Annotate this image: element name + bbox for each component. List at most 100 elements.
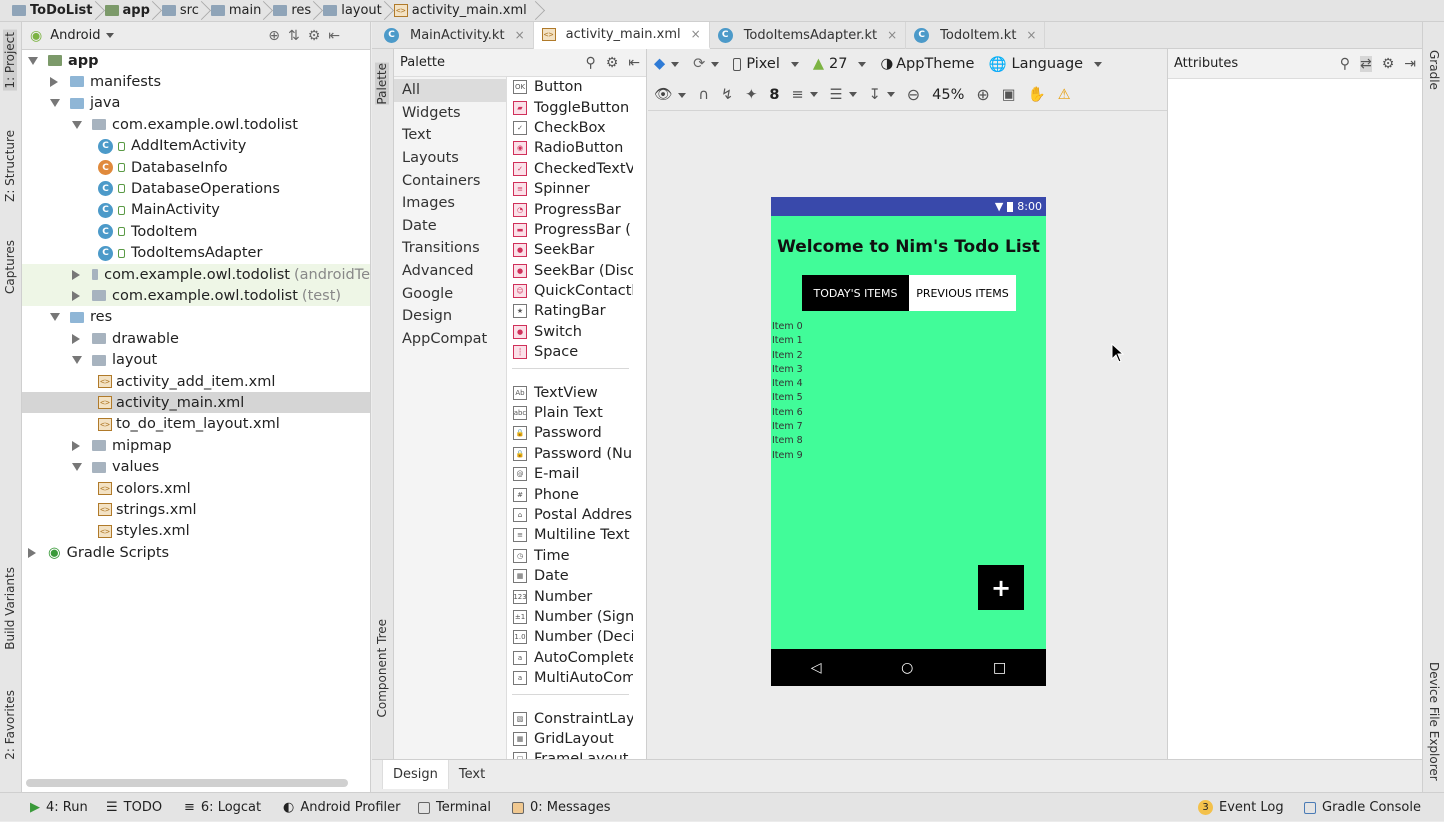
collapse-icon[interactable]: ⇅ <box>288 28 300 44</box>
tab-design[interactable]: Design <box>382 760 449 789</box>
breadcrumb-layout[interactable]: layout <box>317 0 388 22</box>
hide-panel-icon[interactable]: ⇤ <box>328 28 340 44</box>
hide-panel-icon[interactable]: ⇤ <box>628 55 640 71</box>
tree-item[interactable]: C TodoItem <box>22 221 370 242</box>
palette-item[interactable]: ┆ Space <box>508 342 633 362</box>
magic-wand-icon[interactable]: ✦ <box>745 87 757 103</box>
palette-item[interactable]: ✓ CheckedTextV <box>508 159 633 179</box>
palette-item[interactable]: 1.0 Number (Deci <box>508 627 633 647</box>
palette-item[interactable]: ±1 Number (Signe <box>508 607 633 627</box>
tree-item[interactable]: res <box>22 307 370 328</box>
list-item[interactable]: Item 1 <box>772 334 803 348</box>
gradle-tool-tab[interactable]: Gradle <box>1427 50 1441 90</box>
tree-item[interactable]: com.example.owl.todolist <box>22 114 370 135</box>
palette-item[interactable]: a MultiAutoCom <box>508 668 633 688</box>
tree-item[interactable]: <> activity_add_item.xml <box>22 371 370 392</box>
palette-category[interactable]: AppCompat <box>394 328 506 351</box>
collapse-arrow-icon[interactable] <box>72 440 80 451</box>
expand-arrow-icon[interactable] <box>28 56 38 65</box>
palette-item[interactable]: ✓ CheckBox <box>508 118 633 138</box>
palette-category[interactable]: Design <box>394 305 506 328</box>
tree-item[interactable]: C MainActivity <box>22 200 370 221</box>
project-view-selector[interactable]: Android <box>50 28 240 43</box>
palette-category[interactable]: All <box>394 79 506 102</box>
settings-icon[interactable]: ⚙ <box>308 28 321 44</box>
editor-tab[interactable]: C TodoItem.kt × <box>906 21 1046 49</box>
device-selector[interactable]: Pixel <box>733 56 799 72</box>
palette-side-tab[interactable]: Palette <box>375 63 389 105</box>
breadcrumb-res[interactable]: res <box>267 0 317 22</box>
palette-category[interactable]: Advanced <box>394 260 506 283</box>
palette-item[interactable]: 123 Number <box>508 586 633 606</box>
messages-tool-button[interactable]: 0: Messages <box>512 793 611 822</box>
magnet-icon[interactable]: ∩ <box>698 87 709 103</box>
expand-arrow-icon[interactable] <box>50 313 60 322</box>
palette-item[interactable]: # Phone <box>508 484 633 504</box>
items-list[interactable]: Item 0 Item 1 Item 2 Item 3 Item 4 Item 5 Item… <box>772 320 803 463</box>
warning-icon[interactable]: ⚠ <box>1058 87 1071 103</box>
tree-item[interactable]: manifests <box>22 71 370 92</box>
tree-item[interactable]: C AddItemActivity <box>22 136 370 157</box>
palette-item[interactable]: ≡ Multiline Text <box>508 525 633 545</box>
previous-items-button[interactable]: PREVIOUS ITEMS <box>909 275 1016 311</box>
tree-item[interactable]: C TodoItemsAdapter <box>22 243 370 264</box>
eye-icon[interactable]: 👁 <box>654 86 686 103</box>
palette-item[interactable]: abc Plain Text <box>508 403 633 423</box>
component-tree-tab[interactable]: Component Tree <box>375 619 389 717</box>
tree-item[interactable]: <> to_do_item_layout.xml <box>22 414 370 435</box>
device-file-explorer-tab[interactable]: Device File Explorer <box>1427 662 1441 781</box>
palette-item[interactable]: 🔒 Password <box>508 423 633 443</box>
search-icon[interactable]: ⚲ <box>1340 56 1350 72</box>
palette-item[interactable]: ● Switch <box>508 322 633 342</box>
palette-item[interactable]: ◔ ProgressBar <box>508 199 633 219</box>
tree-item[interactable]: C DatabaseOperations <box>22 178 370 199</box>
list-item[interactable]: Item 3 <box>772 363 803 377</box>
palette-item[interactable]: ⌂ Postal Addres <box>508 505 633 525</box>
collapse-arrow-icon[interactable] <box>28 547 36 558</box>
search-icon[interactable]: ⚲ <box>585 55 595 71</box>
api-selector[interactable]: ▲ 27 <box>813 56 867 72</box>
tree-item[interactable]: mipmap <box>22 435 370 456</box>
breadcrumb-file[interactable]: <> activity_main.xml <box>388 0 539 22</box>
settings-icon[interactable]: ⚙ <box>606 55 619 71</box>
profiler-tool-button[interactable]: ◐ Android Profiler <box>283 793 401 822</box>
horizontal-scrollbar[interactable] <box>26 779 348 787</box>
palette-category[interactable]: Layouts <box>394 147 506 170</box>
expand-arrow-icon[interactable] <box>72 463 82 472</box>
zoom-out-icon[interactable]: ⊖ <box>907 85 920 104</box>
tree-item[interactable]: <> colors.xml <box>22 478 370 499</box>
zoom-fit-icon[interactable]: ▣ <box>1002 87 1016 103</box>
run-tool-button[interactable]: ▶ 4: Run <box>30 793 88 822</box>
build-variants-tool-tab[interactable]: Build Variants <box>3 567 17 650</box>
list-item[interactable]: Item 4 <box>772 377 803 391</box>
palette-item[interactable]: OK Button <box>508 77 633 97</box>
tree-item[interactable]: ◉ Gradle Scripts <box>22 542 370 563</box>
expand-arrow-icon[interactable] <box>72 120 82 129</box>
terminal-tool-button[interactable]: Terminal <box>418 793 491 822</box>
add-item-fab[interactable]: + <box>978 565 1024 610</box>
list-item[interactable]: Item 7 <box>772 420 803 434</box>
orientation-icon[interactable]: ⟳ <box>693 56 719 72</box>
todo-tool-button[interactable]: ☰ TODO <box>106 793 162 822</box>
list-item[interactable]: Item 6 <box>772 406 803 420</box>
welcome-title[interactable]: Welcome to Nim's Todo List <box>771 237 1046 257</box>
palette-item[interactable]: ● SeekBar (Disc <box>508 261 633 281</box>
palette-item[interactable]: ▰ ToggleButton <box>508 97 633 117</box>
tree-item[interactable]: C DatabaseInfo <box>22 157 370 178</box>
captures-tool-tab[interactable]: Captures <box>3 240 17 294</box>
palette-category[interactable]: Widgets <box>394 102 506 125</box>
gradle-console-button[interactable]: Gradle Console <box>1304 793 1421 822</box>
palette-item[interactable]: a AutoComplete <box>508 648 633 668</box>
palette-item[interactable]: 🔒 Password (Nu <box>508 444 633 464</box>
tab-text[interactable]: Text <box>449 760 495 789</box>
list-item[interactable]: Item 8 <box>772 434 803 448</box>
tree-item[interactable]: drawable <box>22 328 370 349</box>
palette-item[interactable]: ★ RatingBar <box>508 301 633 321</box>
clear-constraints-icon[interactable]: ↯ <box>721 87 733 103</box>
close-icon[interactable]: × <box>515 28 525 42</box>
tree-item[interactable]: layout <box>22 350 370 371</box>
palette-category[interactable]: Containers <box>394 169 506 192</box>
hide-panel-icon[interactable]: ⇥ <box>1404 56 1416 72</box>
tree-item[interactable]: <> styles.xml <box>22 521 370 542</box>
zoom-in-icon[interactable]: ⊕ <box>976 85 989 104</box>
